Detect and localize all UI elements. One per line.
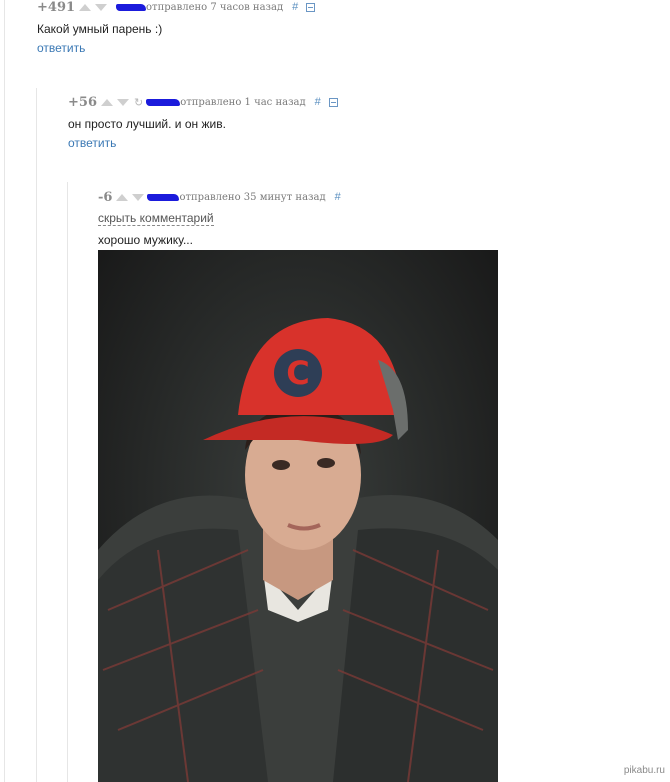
vote-down-icon[interactable]: [95, 3, 108, 11]
collapse-icon[interactable]: [306, 2, 316, 12]
collapse-icon[interactable]: [328, 97, 338, 107]
avatar-icon: ↻: [133, 96, 144, 109]
comment-link-hash[interactable]: #: [315, 96, 321, 108]
cap-logo: C: [286, 354, 309, 392]
comment-header: -6 отправлено 35 минут назад #: [98, 189, 341, 205]
portrait-photo-icon: C: [98, 318, 498, 782]
vote-down-icon[interactable]: [132, 193, 145, 201]
vote-down-icon[interactable]: [116, 98, 129, 106]
hide-comment-link[interactable]: скрыть комментарий: [98, 212, 214, 226]
thread-line: [36, 88, 37, 782]
comment-rating: +491: [37, 0, 76, 15]
vote-up-icon[interactable]: [100, 98, 113, 106]
thread-line: [4, 0, 5, 782]
comment-rating: -6: [98, 189, 113, 205]
comment-time: отправлено 7 часов назад: [146, 1, 284, 13]
comment: -6 отправлено 35 минут назад # скрыть ко…: [98, 190, 341, 247]
comment: +491 отправлено 7 часов назад # Какой ум…: [37, 0, 316, 57]
username-scribble[interactable]: [147, 193, 180, 201]
watermark: pikabu.ru: [623, 765, 665, 776]
comment-rating: +56: [68, 94, 97, 110]
vote-up-icon[interactable]: [116, 193, 129, 201]
comment-text: хорошо мужику...: [98, 233, 193, 247]
comment: +56 ↻ отправлено 1 час назад # он просто…: [68, 95, 338, 152]
comment-link-hash[interactable]: #: [292, 1, 298, 13]
reply-link[interactable]: ответить: [68, 136, 116, 150]
comment-text: Какой умный парень :): [37, 22, 163, 36]
comment-text: он просто лучший. и он жив.: [68, 117, 226, 131]
thread-line: [67, 182, 68, 782]
comment-link-hash[interactable]: #: [335, 191, 341, 203]
reply-link[interactable]: ответить: [37, 41, 85, 55]
comment-photo[interactable]: C: [98, 250, 498, 782]
vote-up-icon[interactable]: [79, 3, 92, 11]
username-scribble[interactable]: [146, 98, 181, 106]
comment-time: отправлено 1 час назад: [180, 96, 306, 108]
comment-time: отправлено 35 минут назад: [179, 191, 326, 203]
comment-header: +56 ↻ отправлено 1 час назад #: [68, 94, 338, 110]
username-scribble[interactable]: [116, 3, 147, 11]
comment-header: +491 отправлено 7 часов назад #: [37, 0, 316, 15]
